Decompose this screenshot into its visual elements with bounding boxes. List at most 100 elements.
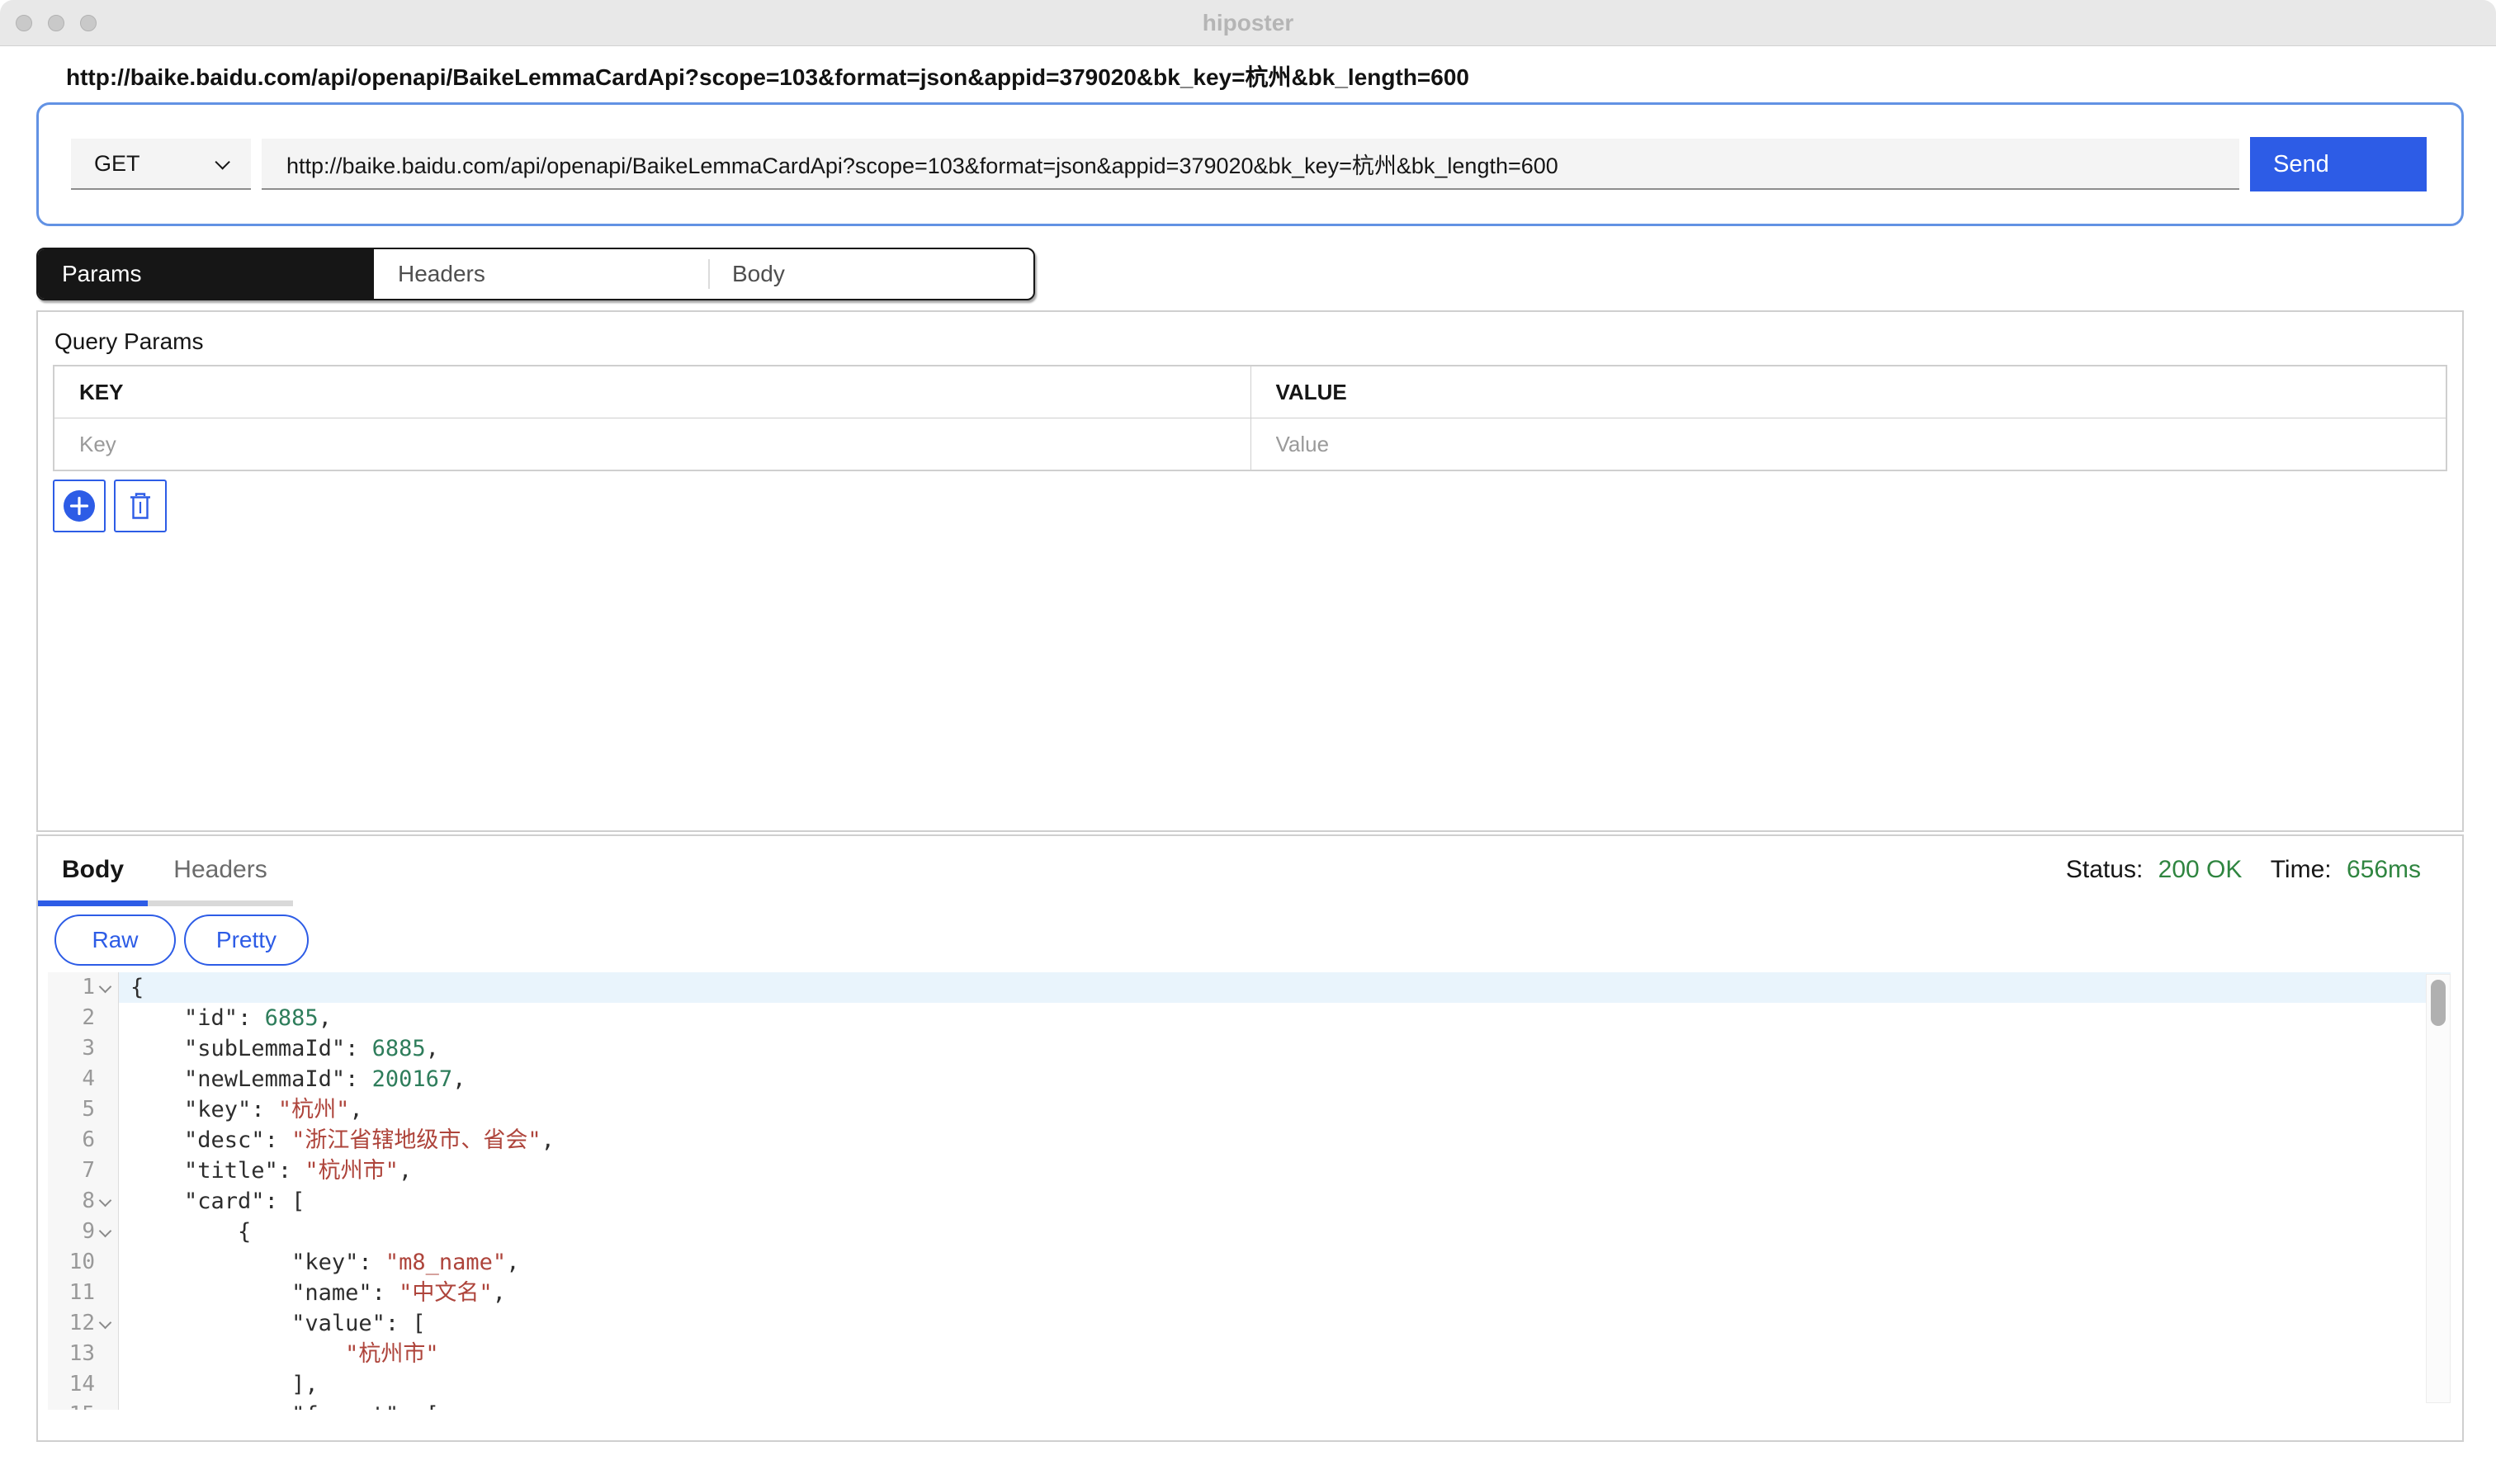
status-value: 200 OK [2158,856,2243,883]
line-number: 10 [69,1247,95,1278]
code-line: 3 "subLemmaId": 6885, [48,1033,2451,1064]
code-line: 8 "card": [ [48,1186,2451,1217]
line-number: 14 [69,1369,95,1400]
code-text: "key": "杭州", [119,1094,2451,1125]
response-status: Status: 200 OK Time: 656ms [2066,856,2421,884]
line-gutter: 6 [48,1125,119,1156]
code-line: 15 "format": [ [48,1400,2451,1410]
line-number: 13 [69,1339,95,1369]
response-tab-body[interactable]: Body [38,856,148,884]
fold-toggle-icon[interactable] [95,1222,115,1242]
line-gutter: 7 [48,1156,119,1186]
code-text: "name": "中文名", [119,1278,2451,1308]
code-text: { [119,1217,2451,1247]
window-title: hiposter [1203,10,1293,36]
fold-spacer [95,1161,115,1181]
close-window-icon[interactable] [16,15,32,31]
code-text: "format": [ [119,1400,2451,1410]
line-number: 9 [82,1217,95,1247]
param-key-input[interactable] [79,419,1192,469]
fold-spacer [95,1406,115,1411]
fold-spacer [95,1070,115,1089]
code-text: "杭州市" [119,1339,2451,1369]
key-column-header: KEY [54,366,1250,418]
line-number: 8 [82,1186,95,1217]
fold-toggle-icon[interactable] [95,1314,115,1334]
fold-spacer [95,1253,115,1273]
add-param-button[interactable] [53,480,106,532]
fold-toggle-icon[interactable] [95,1192,115,1212]
line-number: 12 [69,1308,95,1339]
pretty-button[interactable]: Pretty [184,915,309,966]
response-panel: Body Headers Status: 200 OK Time: 656ms … [36,834,2464,1442]
inactive-tab-indicator [148,900,293,906]
response-tab-headers[interactable]: Headers [148,856,293,884]
method-select[interactable]: GET [71,139,251,190]
fold-spacer [95,1100,115,1120]
trash-icon [126,491,154,521]
line-number: 11 [69,1278,95,1308]
code-text: ], [119,1369,2451,1400]
fold-toggle-icon[interactable] [95,978,115,998]
line-number: 6 [82,1125,95,1156]
line-gutter: 9 [48,1217,119,1247]
fold-spacer [95,1039,115,1059]
code-line: 2 "id": 6885, [48,1003,2451,1033]
query-params-panel: Query Params KEY VALUE [36,310,2464,832]
code-text: "value": [ [119,1308,2451,1339]
scrollbar-thumb[interactable] [2431,980,2446,1026]
line-gutter: 11 [48,1278,119,1308]
code-text: "newLemmaId": 200167, [119,1064,2451,1094]
code-line: 1{ [48,972,2451,1003]
traffic-lights [16,15,97,31]
chevron-down-icon [215,154,229,169]
line-number: 3 [82,1033,95,1064]
response-tab-underline [38,900,2462,906]
code-line: 5 "key": "杭州", [48,1094,2451,1125]
request-url-heading: http://baike.baidu.com/api/openapi/Baike… [66,59,2446,92]
line-gutter: 15 [48,1400,119,1410]
param-value-input[interactable] [1276,419,2388,469]
code-text: "id": 6885, [119,1003,2451,1033]
table-header-row: KEY VALUE [54,366,2446,418]
fold-spacer [95,1283,115,1303]
method-select-value: GET [94,151,140,177]
line-number: 15 [69,1400,95,1410]
code-line: 10 "key": "m8_name", [48,1247,2451,1278]
url-input[interactable] [262,139,2239,190]
code-line: 9 { [48,1217,2451,1247]
response-view-buttons: Raw Pretty [54,915,2462,966]
code-line: 6 "desc": "浙江省辖地级市、省会", [48,1125,2451,1156]
tab-params[interactable]: Params [38,249,374,299]
line-gutter: 1 [48,972,119,1003]
send-button[interactable]: Send [2250,137,2427,191]
line-gutter: 3 [48,1033,119,1064]
scrollbar-track[interactable] [2426,974,2451,1403]
raw-button[interactable]: Raw [54,915,176,966]
line-gutter: 2 [48,1003,119,1033]
code-text: "key": "m8_name", [119,1247,2451,1278]
fold-spacer [95,1375,115,1395]
maximize-window-icon[interactable] [80,15,97,31]
active-tab-indicator [38,900,148,906]
line-gutter: 12 [48,1308,119,1339]
time-label: Time: [2271,856,2332,883]
query-params-table: KEY VALUE [53,365,2447,471]
value-column-header: VALUE [1250,366,2446,418]
line-number: 1 [82,972,95,1003]
line-number: 4 [82,1064,95,1094]
tab-body[interactable]: Body [708,249,1033,299]
window-titlebar: hiposter [0,0,2496,46]
response-body-viewer: 1{2 "id": 6885,3 "subLemmaId": 6885,4 "n… [48,972,2451,1410]
line-gutter: 10 [48,1247,119,1278]
minimize-window-icon[interactable] [48,15,64,31]
code-lines: 1{2 "id": 6885,3 "subLemmaId": 6885,4 "n… [48,972,2451,1410]
fold-spacer [95,1345,115,1364]
request-bar: GET Send [36,102,2464,226]
line-number: 5 [82,1094,95,1125]
line-number: 2 [82,1003,95,1033]
tab-headers[interactable]: Headers [374,249,708,299]
code-text: "subLemmaId": 6885, [119,1033,2451,1064]
response-header: Body Headers Status: 200 OK Time: 656ms [38,836,2462,884]
delete-param-button[interactable] [114,480,167,532]
